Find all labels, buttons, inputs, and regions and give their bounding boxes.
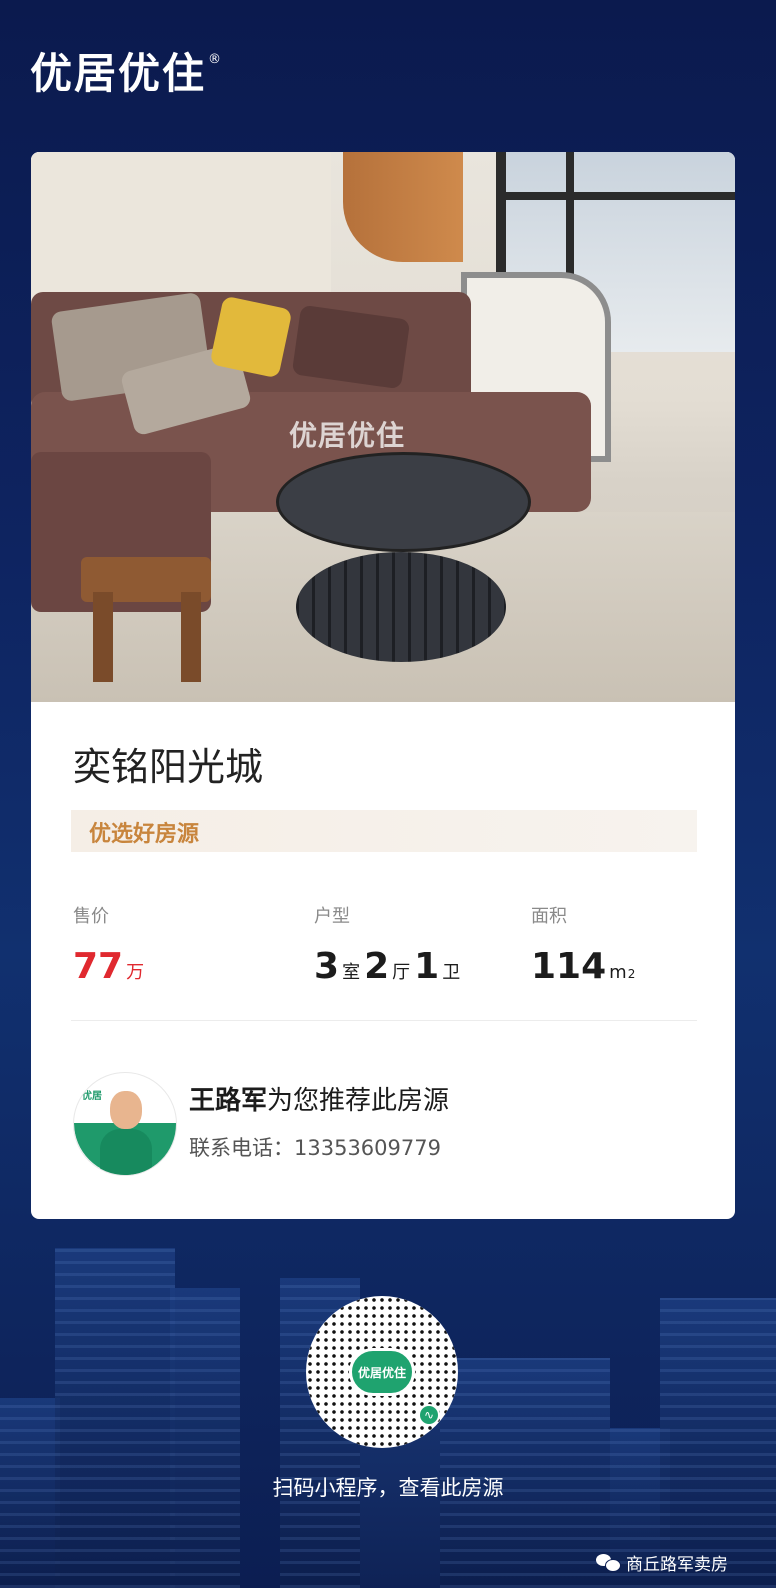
brand-logo: 优居优住 ® [30,48,221,100]
baths-value: 1 [414,946,440,987]
agent-avatar[interactable]: 优居 [73,1072,177,1176]
area-unit-superscript: 2 [627,967,636,981]
price-stat: 售价 77 万 [73,902,148,987]
rooms-value: 3 [314,946,340,987]
wechat-icon [596,1553,621,1572]
area-label: 面积 [531,906,567,927]
phone-label: 联系电话： [189,1136,294,1160]
agent-recommendation: 王路军为您推荐此房源 [189,1080,449,1117]
qr-caption: 扫码小程序，查看此房源 [272,1476,504,1500]
quality-tag: 优选好房源 [71,810,697,852]
price-unit: 万 [126,962,145,983]
listing-photo[interactable]: 优居优住 [31,152,735,702]
price-value: 77 [73,946,124,987]
agent-phone-line[interactable]: 联系电话：13353609779 [189,1132,441,1162]
halls-unit: 厅 [392,962,411,983]
brand-logo-text: 优居优住 [30,49,207,98]
section-divider [71,1020,697,1021]
registered-mark: ® [208,52,222,67]
quality-tag-label: 优选好房源 [89,822,200,847]
photo-watermark: 优居优住 [289,419,406,452]
layout-stat: 户型 3 室 2 厅 1 卫 [314,902,464,987]
wechat-account[interactable]: 商丘路军卖房 [596,1550,728,1575]
mini-program-icon: ∿ [418,1404,440,1426]
listing-title: 奕铭阳光城 [73,745,264,789]
price-label: 售价 [73,906,109,927]
area-stat: 面积 114 m2 [531,902,635,987]
listing-card[interactable]: 优居优住 奕铭阳光城 优选好房源 售价 77 万 户型 3 室 2 厅 1 卫 … [31,152,735,1219]
rooms-unit: 室 [342,962,361,983]
halls-value: 2 [364,946,390,987]
qr-center-text: 优居优住 [357,1365,406,1380]
area-unit: m [609,962,627,983]
qr-center-logo: 优居优住 [349,1348,415,1396]
mini-program-qr-code[interactable]: 优居优住 ∿ [306,1296,458,1448]
baths-unit: 卫 [442,962,461,983]
agent-name: 王路军 [189,1086,268,1116]
area-value: 114 [531,946,607,987]
recommend-text: 为您推荐此房源 [267,1086,450,1116]
agent-phone[interactable]: 13353609779 [294,1136,441,1160]
layout-label: 户型 [314,906,350,927]
avatar-brand-logo: 优居 [82,1091,102,1102]
wechat-account-name: 商丘路军卖房 [626,1555,728,1575]
